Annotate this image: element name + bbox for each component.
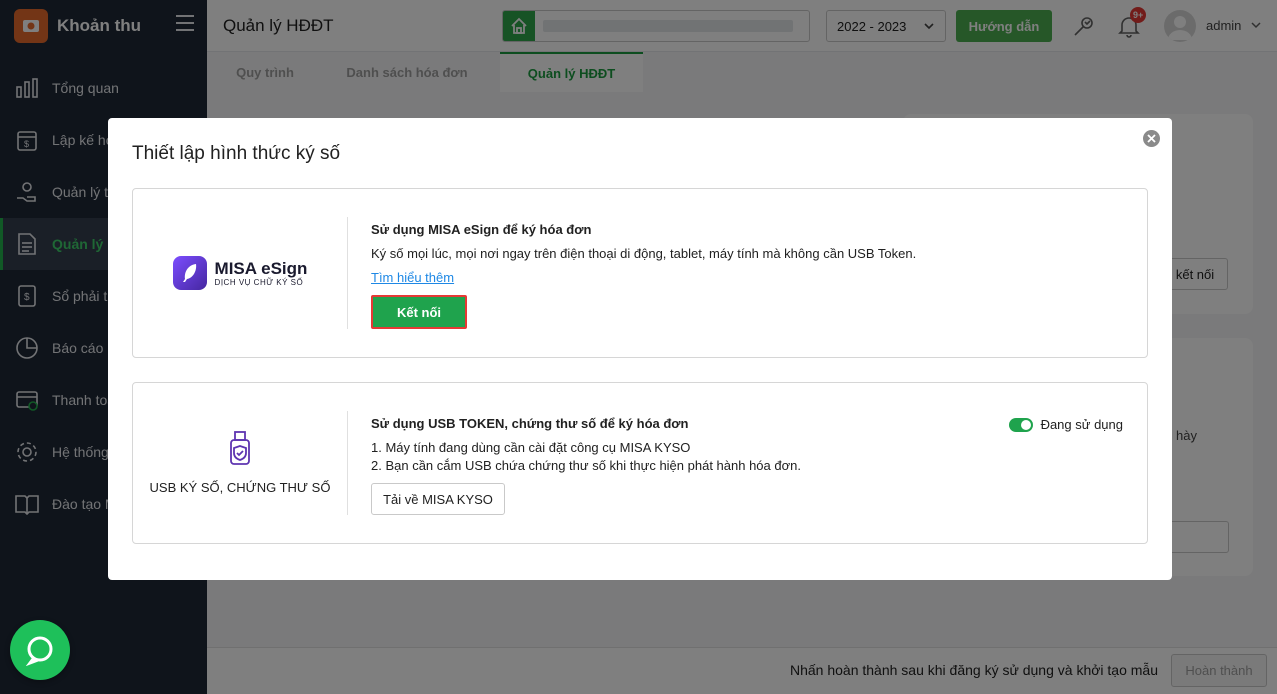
misa-esign-logo: MISA eSign DỊCH VỤ CHỮ KÝ SỐ <box>172 256 308 290</box>
modal-title: Thiết lập hình thức ký số <box>132 143 341 164</box>
esign-logo-area: MISA eSign DỊCH VỤ CHỮ KÝ SỐ <box>133 189 347 357</box>
feather-pen-icon <box>172 256 207 290</box>
download-kyso-button[interactable]: Tải về MISA KYSO <box>371 483 505 515</box>
esign-title: Sử dụng MISA eSign để ký hóa đơn <box>371 222 592 237</box>
close-icon[interactable] <box>1143 130 1160 147</box>
connect-button[interactable]: Kết nối <box>371 295 467 329</box>
usb-step-2: 2. Bạn cần cắm USB chứa chứng thư số khi… <box>371 458 801 473</box>
usb-label: USB KÝ SỐ, CHỨNG THƯ SỐ <box>149 480 331 495</box>
esign-description: Ký số mọi lúc, mọi nơi ngay trên điện th… <box>371 246 917 261</box>
chat-support-button[interactable] <box>10 620 70 680</box>
usage-status-label: Đang sử dụng <box>1040 417 1123 432</box>
divider <box>347 217 348 329</box>
esign-brand-name: MISA eSign <box>214 258 308 278</box>
usb-token-option-card: USB KÝ SỐ, CHỨNG THƯ SỐ Sử dụng USB TOKE… <box>132 382 1148 544</box>
digital-signature-modal: Thiết lập hình thức ký số MISA eSign DỊC… <box>108 118 1172 580</box>
usb-shield-icon <box>227 431 253 470</box>
esign-option-card: MISA eSign DỊCH VỤ CHỮ KÝ SỐ Sử dụng MIS… <box>132 188 1148 358</box>
divider <box>347 411 348 515</box>
usb-title: Sử dụng USB TOKEN, chứng thư số để ký hó… <box>371 416 689 431</box>
esign-brand-sub: DỊCH VỤ CHỮ KÝ SỐ <box>214 277 304 287</box>
usb-logo-area: USB KÝ SỐ, CHỨNG THƯ SỐ <box>133 383 347 543</box>
usage-status: Đang sử dụng <box>1008 417 1123 432</box>
learn-more-link[interactable]: Tìm hiểu thêm <box>371 270 454 285</box>
usage-toggle[interactable] <box>1008 417 1033 432</box>
usb-step-1: 1. Máy tính đang dùng cần cài đặt công c… <box>371 440 691 455</box>
